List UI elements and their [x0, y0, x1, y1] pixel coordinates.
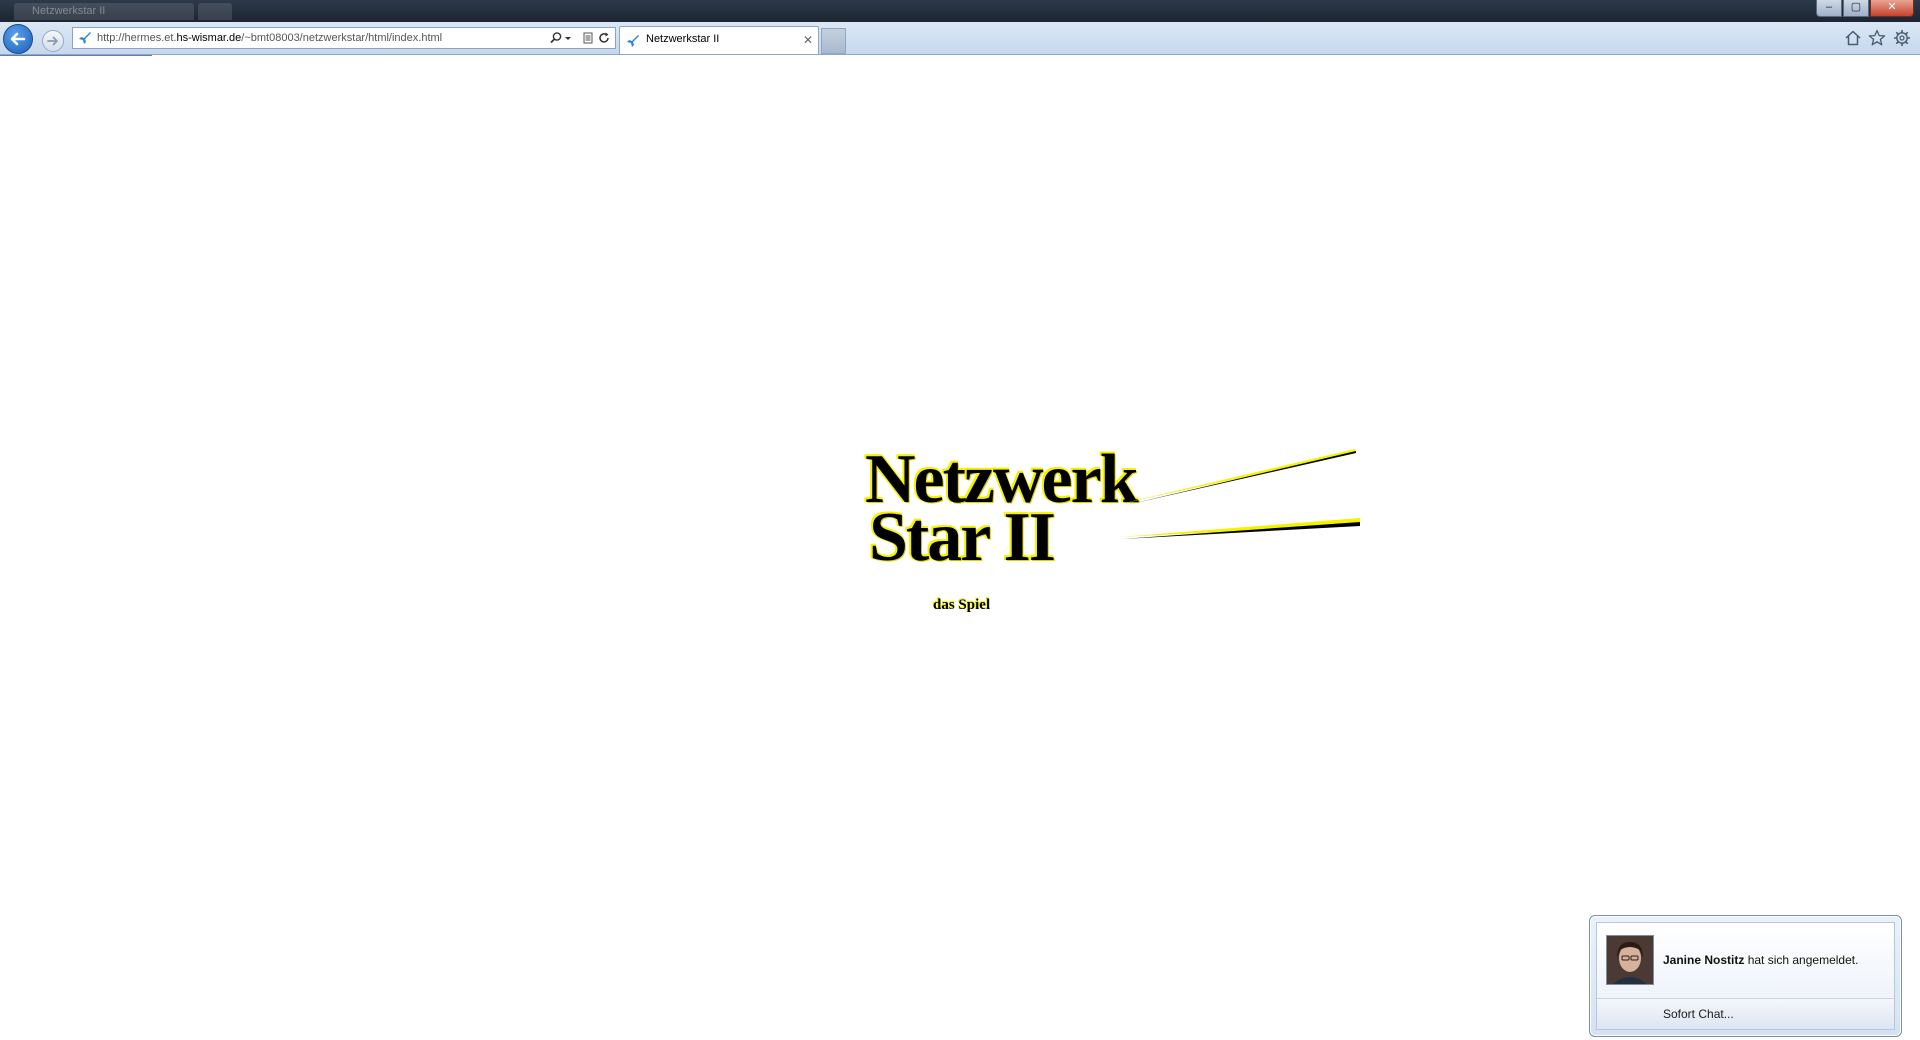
new-tab-button[interactable] — [821, 28, 846, 54]
avatar — [1606, 935, 1654, 985]
notification-footer: Sofort Chat... — [1597, 998, 1894, 1029]
tab-favicon-icon — [627, 35, 639, 47]
sign-in-notification[interactable]: Janine Nostitz hat sich angemeldet. Sofo… — [1589, 915, 1902, 1037]
netzwerkstar-logo: Netzwerk Star II das Spiel — [865, 445, 1360, 620]
site-favicon-icon — [79, 32, 91, 44]
forward-button[interactable] — [42, 30, 64, 52]
compatibility-view-icon[interactable] — [581, 31, 595, 45]
forward-arrow-icon — [47, 36, 58, 46]
refresh-icon[interactable] — [597, 31, 611, 45]
address-bar[interactable]: http://hermes.et.hs-wismar.de/~bmt08003/… — [72, 27, 616, 49]
shooting-star-streaks — [1120, 449, 1360, 539]
minimize-button[interactable]: – — [1816, 0, 1842, 17]
back-button[interactable] — [3, 24, 33, 54]
maximize-button[interactable]: ▢ — [1843, 0, 1869, 17]
notification-text: hat sich angemeldet. — [1744, 953, 1859, 967]
tab-close-icon[interactable]: ✕ — [803, 33, 813, 47]
window-title-bar: Netzwerkstar II – ▢ ✕ — [0, 0, 1920, 22]
logo-subtitle: das Spiel — [933, 597, 991, 613]
url-path: /~bmt08003/netzwerkstar/html/index.html — [241, 32, 443, 44]
window-controls: – ▢ ✕ — [1815, 0, 1914, 18]
notification-body: Janine Nostitz hat sich angemeldet. Sofo… — [1596, 922, 1895, 1030]
url-text[interactable]: http://hermes.et.hs-wismar.de/~bmt08003/… — [97, 28, 442, 48]
logo-line-2: Star II — [869, 499, 1056, 576]
search-icon[interactable] — [549, 31, 563, 45]
notification-message: Janine Nostitz hat sich angemeldet. — [1663, 953, 1858, 967]
browser-toolbar: http://hermes.et.hs-wismar.de/~bmt08003/… — [0, 22, 1920, 55]
background-tab[interactable]: Netzwerkstar II — [14, 3, 194, 20]
contact-name: Janine Nostitz — [1663, 953, 1745, 967]
background-new-tab[interactable] — [198, 3, 232, 20]
url-domain: hs-wismar.de — [176, 32, 242, 44]
tab-netzwerkstar[interactable]: Netzwerkstar II ✕ — [619, 26, 819, 54]
instant-chat-link[interactable]: Sofort Chat... — [1663, 1007, 1734, 1021]
page-load-indicator — [0, 55, 152, 56]
back-arrow-icon — [10, 32, 26, 46]
home-icon[interactable] — [1844, 29, 1862, 47]
dropdown-icon[interactable] — [563, 31, 573, 45]
gear-icon[interactable] — [1893, 29, 1911, 47]
url-prefix: http://hermes.et. — [97, 32, 177, 44]
tab-title: Netzwerkstar II — [646, 33, 720, 45]
person-photo — [1607, 936, 1653, 984]
favorites-star-icon[interactable] — [1868, 29, 1886, 47]
close-window-button[interactable]: ✕ — [1870, 0, 1914, 17]
